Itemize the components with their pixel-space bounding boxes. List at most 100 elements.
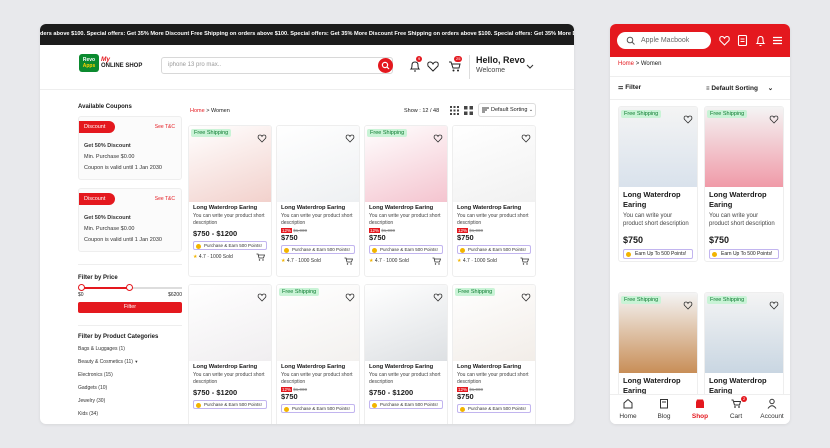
points-text: Earn Up To 500 Points! [721,251,773,257]
product-card[interactable]: Free Shipping Long Waterdrop Earing You ca… [188,125,272,277]
product-image[interactable]: Free Shipping [189,126,271,202]
user-greeting[interactable]: Hello, Revo [476,55,525,65]
price-slider[interactable] [78,284,182,291]
coupon-card[interactable]: Discount See T&C Get 50% Discount Min. P… [78,116,182,180]
category-filter-title: Filter by Product Categories [78,334,159,340]
mobile-search-input[interactable]: Apple Macbook [617,32,711,49]
product-card[interactable]: Long Waterdrop Earing You can write your … [276,125,360,277]
product-image[interactable]: Free Shipping [619,293,697,373]
product-card[interactable]: Free Shipping Long Waterdrop Earing You ca… [364,125,448,277]
nav-shop[interactable]: Shop [682,395,718,424]
product-price: $750 - $1200 [193,388,238,397]
list-view-icon[interactable] [464,106,473,115]
mobile-product-card[interactable]: Free Shipping Long Waterdrop Earing You ca… [704,106,784,262]
heart-icon[interactable] [718,34,731,47]
sold-count: 1000 Sold [474,258,497,264]
product-image[interactable] [277,126,359,202]
heart-icon[interactable] [769,297,779,315]
chevron-down-icon[interactable] [526,64,534,70]
add-to-cart-icon[interactable] [344,257,354,267]
site-logo[interactable]: Revo Apps My ONLINE SHOP [79,54,142,72]
mobile-product-card[interactable]: Free Shipping Long Waterdrop Earing You ca… [618,106,698,262]
mobile-sort-dropdown[interactable]: ≡ Default Sorting ⌄ [706,84,773,92]
menu-icon[interactable] [771,34,784,47]
heart-icon[interactable] [257,289,267,307]
heart-icon[interactable] [433,130,443,148]
chevron-down-icon[interactable]: ▼ [134,359,138,364]
notification-button[interactable]: 9 [408,56,423,73]
coupon-tc-link[interactable]: See T&C [155,124,175,130]
add-to-cart-icon[interactable] [520,257,530,267]
heart-icon[interactable] [521,130,531,148]
category-item[interactable]: Bags & Luggages (1) [78,346,182,352]
orders-icon[interactable] [736,34,749,47]
add-to-cart-icon[interactable] [256,253,266,263]
sort-dropdown[interactable]: Default Sorting ⌄ [478,103,536,117]
product-image[interactable]: Free Shipping [705,293,783,373]
product-title[interactable]: Long Waterdrop Earing [193,364,267,370]
filter-button[interactable]: Filter [78,302,182,313]
category-item[interactable]: Electronics (15) [78,372,182,378]
breadcrumb-home[interactable]: Home [618,61,634,67]
category-item[interactable]: Kids (34) [78,411,182,417]
add-to-cart-icon[interactable] [432,257,442,267]
product-image[interactable] [365,285,447,361]
filter-icon: ⚌ [618,85,624,91]
rating-value: 4.7 [286,258,294,264]
heart-icon[interactable] [521,289,531,307]
price-filter-title: Filter by Price [78,275,118,281]
heart-icon[interactable] [683,297,693,315]
coupon-card[interactable]: Discount See T&C Get 50% Discount Min. P… [78,188,182,252]
mobile-filter-bar: ⚌ Filter ≡ Default Sorting ⌄ [610,76,790,100]
search-input[interactable]: iphone 13 pro max.. [161,57,393,74]
product-price: $750 [281,392,298,401]
product-image[interactable] [453,126,535,202]
product-card[interactable]: Long Waterdrop Earing You can write your … [452,125,536,277]
product-title[interactable]: Long Waterdrop Earing [193,205,267,211]
show-count[interactable]: Show : 12 / 48 [404,108,439,114]
category-item[interactable]: Beauty & Cosmetics (11) ▼ [78,359,182,365]
nav-blog[interactable]: Blog [646,395,682,424]
points-text: Purchase & Earn 500 Points! [380,247,438,252]
product-title[interactable]: Long Waterdrop Earing [281,205,355,211]
product-image[interactable]: Free Shipping [277,285,359,361]
product-image[interactable]: Free Shipping [453,285,535,361]
heart-icon[interactable] [769,111,779,129]
heart-icon[interactable] [683,111,693,129]
price-max-handle[interactable] [126,284,133,291]
heart-icon[interactable] [257,130,267,148]
heart-icon[interactable] [433,289,443,307]
heart-icon[interactable] [345,130,355,148]
blog-icon [660,399,668,409]
sort-icon [482,107,489,113]
nav-home[interactable]: Home [610,395,646,424]
coupon-tc-link[interactable]: See T&C [155,196,175,202]
mobile-search-text: Apple Macbook [641,37,690,44]
cart-button[interactable]: 25 [448,56,463,73]
product-image[interactable]: Free Shipping [705,107,783,187]
product-card[interactable]: Long Waterdrop Earing You can write your … [188,284,272,424]
nav-cart[interactable]: 2 Cart [718,395,754,424]
category-item[interactable]: Jewelry (30) [78,398,182,404]
product-title[interactable]: Long Waterdrop Earing [457,364,531,370]
product-title[interactable]: Long Waterdrop Earing [457,205,531,211]
product-card[interactable]: Free Shipping Long Waterdrop Earing You ca… [452,284,536,424]
grid-view-icon[interactable] [450,106,459,115]
bell-icon[interactable] [754,34,767,47]
product-image[interactable]: Free Shipping [619,107,697,187]
nav-account[interactable]: Account [754,395,790,424]
product-title[interactable]: Long Waterdrop Earing [369,205,443,211]
search-button[interactable] [378,58,393,73]
product-image[interactable] [189,285,271,361]
product-image[interactable]: Free Shipping [365,126,447,202]
category-item[interactable]: Gadgets (10) [78,385,182,391]
breadcrumb-home[interactable]: Home [190,108,205,114]
product-card[interactable]: Free Shipping Long Waterdrop Earing You ca… [276,284,360,424]
product-title[interactable]: Long Waterdrop Earing [369,364,443,370]
heart-icon[interactable] [345,289,355,307]
product-card[interactable]: Long Waterdrop Earing You can write your … [364,284,448,424]
price-min-handle[interactable] [78,284,85,291]
mobile-filter-button[interactable]: ⚌ Filter [618,84,641,91]
wishlist-button[interactable] [426,59,440,73]
product-title[interactable]: Long Waterdrop Earing [281,364,355,370]
